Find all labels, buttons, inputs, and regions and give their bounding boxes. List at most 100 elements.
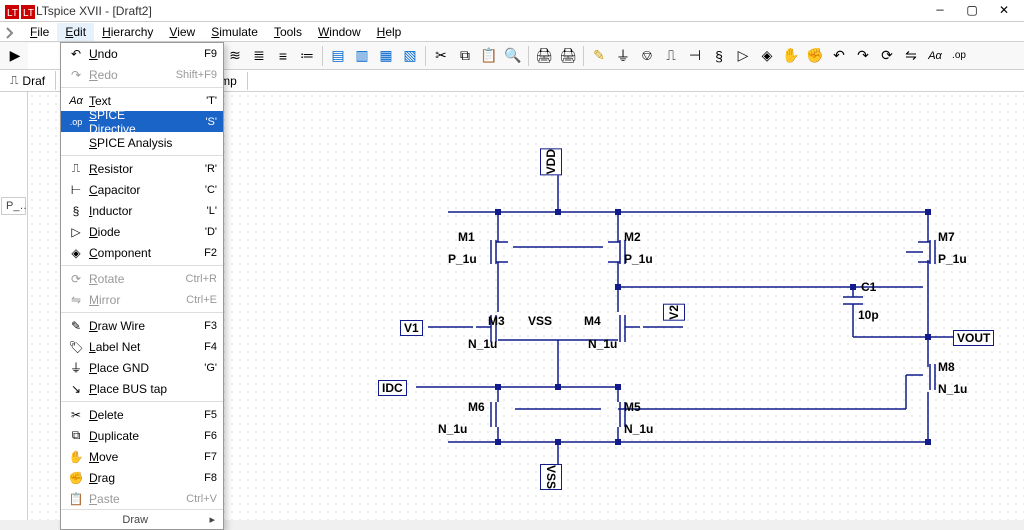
window-close[interactable]: ✕	[994, 3, 1014, 18]
menu-item-undo[interactable]: ↶UndoF9	[61, 43, 223, 64]
drag-icon: ✊	[67, 471, 85, 485]
menu-item-draw-wire[interactable]: ✎Draw WireF3	[61, 315, 223, 336]
op-tool-icon[interactable]: .op	[948, 45, 970, 67]
menu-footer-draw[interactable]: Draw▸	[61, 509, 223, 529]
menu-item-shortcut: F9	[175, 48, 217, 60]
menu-item-label-net[interactable]: 🏷Label NetF4	[61, 336, 223, 357]
menu-item-paste: 📋PasteCtrl+V	[61, 488, 223, 509]
move-tool-icon[interactable]: ✋	[780, 45, 802, 67]
menu-item-label: Resistor	[85, 162, 175, 176]
tile-h-icon[interactable]: ▤	[327, 45, 349, 67]
model-m2: P_1u	[624, 252, 653, 266]
menu-item-diode[interactable]: ▷Diode'D'	[61, 221, 223, 242]
sidebar-item[interactable]: P_…	[1, 197, 26, 215]
plot3-icon[interactable]: ≔	[296, 45, 318, 67]
menu-item-shortcut: F7	[175, 451, 217, 463]
net-label-vss-bottom[interactable]: VSS	[540, 464, 562, 490]
tab-label: Draf	[22, 74, 45, 88]
ind-tool-icon[interactable]: §	[708, 45, 730, 67]
menu-view[interactable]: View	[161, 23, 203, 41]
window-minimize[interactable]: —	[930, 3, 950, 18]
menu-item-shortcut: 'G'	[175, 362, 217, 374]
menu-help[interactable]: Help	[369, 23, 410, 41]
menubar: File Edit Hierarchy View Simulate Tools …	[0, 22, 1024, 42]
model-m4: N_1u	[588, 337, 617, 351]
net-label-vout[interactable]: VOUT	[953, 330, 994, 346]
ref-m3: M3	[488, 314, 505, 328]
menu-item-shortcut: F3	[175, 320, 217, 332]
menu-item-rotate: ⟳RotateCtrl+R	[61, 268, 223, 289]
menu-separator	[61, 87, 223, 88]
label-tool-icon[interactable]: ⎊	[636, 45, 658, 67]
menu-item-duplicate[interactable]: ⧉DuplicateF6	[61, 425, 223, 446]
undo-tool-icon[interactable]: ↶	[828, 45, 850, 67]
window-maximize[interactable]: ▢	[962, 3, 982, 18]
cut-icon[interactable]: ✂	[430, 45, 452, 67]
titlebar: LT LT LTspice XVII - [Draft2] — ▢ ✕	[0, 0, 1024, 22]
wire-tool-icon[interactable]: ✎	[588, 45, 610, 67]
menu-item-component[interactable]: ◈ComponentF2	[61, 242, 223, 263]
tile-v-icon[interactable]: ▥	[351, 45, 373, 67]
menu-item-inductor[interactable]: §Inductor'L'	[61, 200, 223, 221]
net-label-idc[interactable]: IDC	[378, 380, 407, 396]
menu-tools[interactable]: Tools	[266, 23, 310, 41]
duplicate-icon: ⧉	[67, 428, 85, 443]
mirror-tool-icon[interactable]: ⇋	[900, 45, 922, 67]
print-setup-icon[interactable]: 🖨	[557, 45, 579, 67]
menu-item-place-bus-tap[interactable]: ↘Place BUS tap	[61, 378, 223, 399]
find-icon[interactable]: 🔍	[502, 45, 524, 67]
menu-item-capacitor[interactable]: ⊢Capacitor'C'	[61, 179, 223, 200]
menu-item-label: Place BUS tap	[85, 382, 175, 396]
net-label-vdd[interactable]: VDD	[540, 148, 562, 175]
close-win-icon[interactable]: ▧	[399, 45, 421, 67]
plot2-icon[interactable]: ≡	[272, 45, 294, 67]
menu-item-move[interactable]: ✋MoveF7	[61, 446, 223, 467]
tab-draft2[interactable]: ⎍ Draf	[0, 71, 56, 90]
menu-file[interactable]: File	[22, 23, 57, 41]
menu-hierarchy[interactable]: Hierarchy	[94, 23, 161, 41]
menu-item-shortcut: Ctrl+R	[175, 273, 217, 285]
diode-tool-icon[interactable]: ▷	[732, 45, 754, 67]
redo-tool-icon[interactable]: ↷	[852, 45, 874, 67]
svg-text:LT: LT	[7, 8, 18, 19]
gnd-tool-icon[interactable]: ⏚	[612, 45, 634, 67]
inductor-icon: §	[67, 204, 85, 218]
menu-edit[interactable]: Edit	[57, 23, 94, 41]
autorange-icon[interactable]: ≋	[224, 45, 246, 67]
menu-item-spice-analysis[interactable]: SPICE Analysis	[61, 132, 223, 153]
comp-tool-icon[interactable]: ◈	[756, 45, 778, 67]
paste-tool-icon[interactable]: 📋	[478, 45, 500, 67]
menu-item-delete[interactable]: ✂DeleteF5	[61, 404, 223, 425]
menu-separator	[61, 155, 223, 156]
copy-icon[interactable]: ⧉	[454, 45, 476, 67]
move-icon: ✋	[67, 450, 85, 464]
menu-item-drag[interactable]: ✊DragF8	[61, 467, 223, 488]
drag-tool-icon[interactable]: ✊	[804, 45, 826, 67]
sidebar-left: P_…	[0, 92, 28, 520]
net-label-v1[interactable]: V1	[400, 320, 423, 336]
menu-separator	[61, 312, 223, 313]
cascade-icon[interactable]: ▦	[375, 45, 397, 67]
res-tool-icon[interactable]: ⎍	[660, 45, 682, 67]
undo-icon: ↶	[67, 47, 85, 61]
print-icon[interactable]: 🖨	[533, 45, 555, 67]
menu-item-place-gnd[interactable]: ⏚Place GND'G'	[61, 357, 223, 378]
cap-tool-icon[interactable]: ⊣	[684, 45, 706, 67]
menu-simulate[interactable]: Simulate	[203, 23, 266, 41]
menu-item-label: Redo	[85, 68, 175, 82]
net-label-v2[interactable]: V2	[663, 304, 685, 321]
text-tool-icon[interactable]: Aα	[924, 45, 946, 67]
menu-window[interactable]: Window	[310, 23, 369, 41]
rotate-tool-icon[interactable]: ⟳	[876, 45, 898, 67]
run-icon[interactable]: ▶	[4, 45, 26, 67]
delete-icon: ✂	[67, 408, 85, 422]
plot1-icon[interactable]: ≣	[248, 45, 270, 67]
bus-icon: ↘	[67, 382, 85, 396]
menu-item-redo: ↷RedoShift+F9	[61, 64, 223, 85]
menu-item-resistor[interactable]: ⎍Resistor'R'	[61, 158, 223, 179]
menu-item-shortcut: 'R'	[175, 163, 217, 175]
wire-icon: ✎	[67, 319, 85, 333]
menu-item-spice-directive[interactable]: .opSPICE Directive'S'	[61, 111, 223, 132]
menu-item-shortcut: F6	[175, 430, 217, 442]
menu-item-label: Duplicate	[85, 429, 175, 443]
